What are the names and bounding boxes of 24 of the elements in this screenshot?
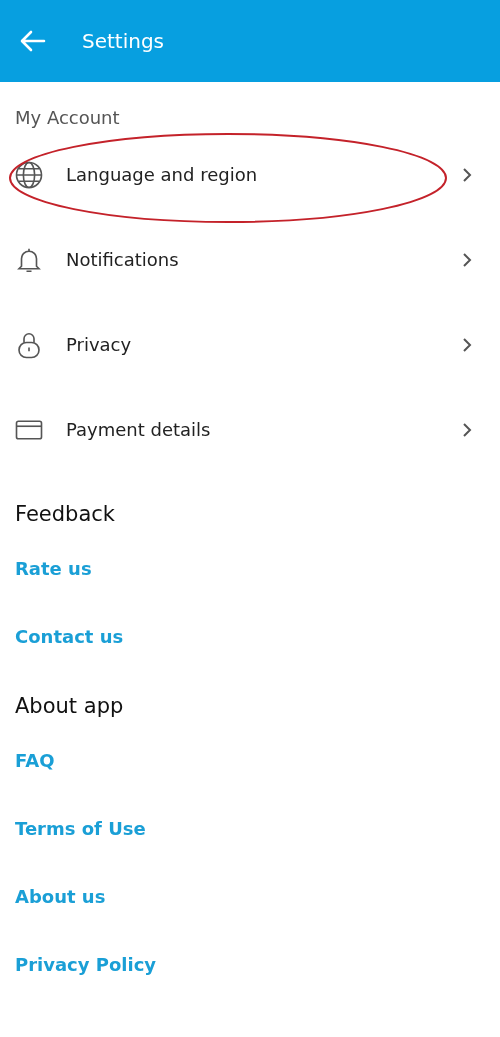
back-icon[interactable]	[20, 30, 46, 52]
row-label: Language and region	[66, 163, 259, 187]
link[interactable]: Contact us	[15, 622, 124, 650]
settings-row[interactable]: Payment details	[0, 387, 500, 472]
chevron-icon	[462, 166, 472, 183]
chevron-icon	[462, 421, 472, 438]
link[interactable]: About us	[15, 882, 106, 910]
chevron-icon	[462, 251, 472, 268]
settings-row[interactable]: Language and region	[0, 132, 500, 217]
row-label: Privacy	[66, 333, 133, 357]
link[interactable]: Privacy Policy	[15, 950, 157, 978]
section-title: About app	[15, 693, 125, 720]
settings-row[interactable]: Notifications	[0, 217, 500, 302]
row-label: Notifications	[66, 248, 180, 272]
section-title: My Account	[14, 106, 121, 130]
link[interactable]: Rate us	[15, 554, 92, 582]
settings-row[interactable]: Privacy	[0, 302, 500, 387]
link[interactable]: FAQ	[15, 746, 55, 774]
screen-title: Settings	[82, 28, 165, 55]
section-title: Feedback	[15, 501, 116, 528]
globe-icon	[14, 159, 44, 190]
chevron-icon	[462, 336, 472, 353]
row-label: Payment details	[66, 418, 212, 442]
link[interactable]: Terms of Use	[15, 814, 146, 842]
